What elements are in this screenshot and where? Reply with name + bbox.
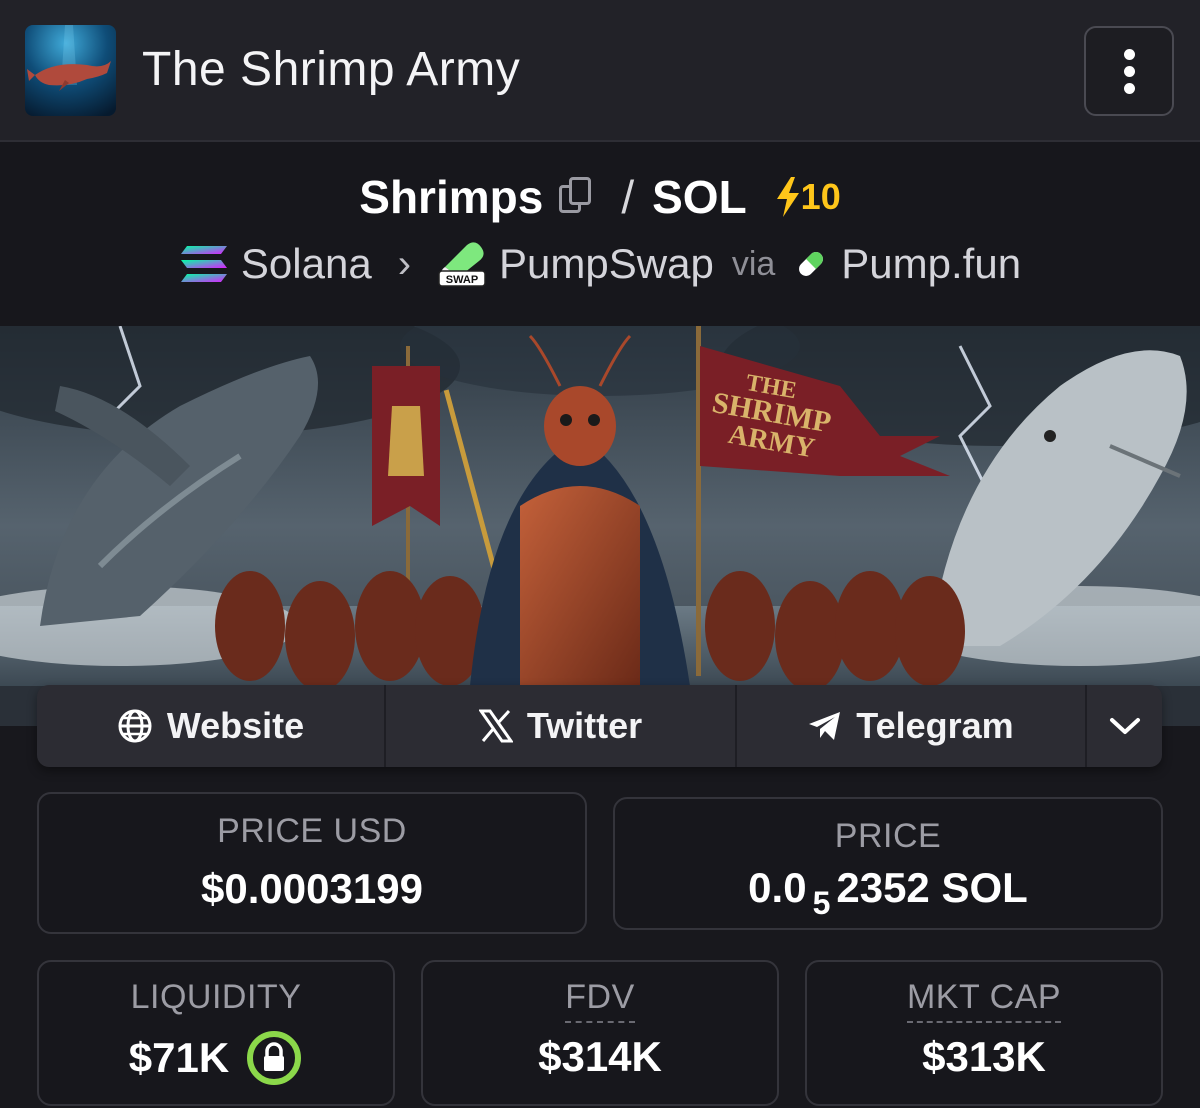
pair-separator: /: [621, 171, 635, 223]
launchpad-name[interactable]: Pump.fun: [841, 240, 1021, 288]
fdv-label[interactable]: FDV: [565, 978, 635, 1023]
telegram-icon: [809, 712, 841, 740]
social-links: Website Twitter Telegram: [37, 685, 1162, 767]
boost-badge[interactable]: 10: [775, 176, 841, 218]
via-label: via: [731, 244, 776, 283]
market-cap-card: MKT CAP $313K: [805, 960, 1163, 1106]
market-cap-value: $313K: [922, 1033, 1046, 1080]
twitter-button[interactable]: Twitter: [386, 685, 737, 767]
token-avatar[interactable]: [25, 25, 116, 116]
twitter-label: Twitter: [526, 705, 643, 746]
liquidity-value: $71K: [128, 1034, 230, 1081]
telegram-label: Telegram: [856, 705, 1014, 746]
app-title: The Shrimp Army: [142, 43, 521, 96]
more-links-button[interactable]: [1087, 685, 1162, 767]
kebab-menu-icon: [1123, 48, 1135, 94]
pumpswap-logo-icon: SWAP: [438, 242, 486, 287]
price-native-label: PRICE: [834, 817, 942, 855]
price-native-card: PRICE 0.0 5 2352 SOL: [613, 797, 1163, 930]
banner-image: THE SHRIMP ARMY: [0, 326, 1200, 726]
globe-icon: [118, 709, 152, 743]
pill-icon: [799, 252, 824, 276]
chain-breadcrumb: Solana › SWAP PumpSwap via Pump.fun: [0, 240, 1200, 288]
website-label: Website: [166, 705, 305, 746]
website-button[interactable]: Website: [37, 685, 386, 767]
dex-name[interactable]: PumpSwap: [499, 240, 714, 288]
price-usd-card: PRICE USD $0.0003199: [37, 792, 587, 934]
price-digits: 2352 SOL: [836, 864, 1028, 911]
pair-title: Shrimps / SOL 10: [0, 170, 1200, 224]
solana-logo-icon: [180, 246, 227, 282]
price-usd-label: PRICE USD: [217, 812, 407, 850]
lightning-icon: [776, 177, 799, 217]
copy-icon[interactable]: [559, 177, 593, 217]
price-prefix: 0.0: [748, 864, 807, 911]
base-token-symbol: Shrimps: [359, 171, 544, 223]
price-usd-value: $0.0003199: [201, 865, 423, 912]
fdv-value: $314K: [538, 1033, 662, 1080]
x-logo-icon: [478, 709, 513, 743]
price-zero-count: 5: [812, 885, 831, 921]
liquidity-card: LIQUIDITY $71K: [37, 960, 395, 1106]
liquidity-value-row: $71K: [39, 1029, 393, 1087]
top-bar: The Shrimp Army: [0, 0, 1200, 142]
quote-token-symbol: SOL: [652, 171, 747, 223]
chevron-down-icon: [1109, 718, 1140, 734]
pair-info: Shrimps / SOL 10 Solana › SWAP PumpSwap …: [0, 142, 1200, 326]
chain-name[interactable]: Solana: [241, 240, 372, 288]
telegram-button[interactable]: Telegram: [737, 685, 1087, 767]
svg-text:SWAP: SWAP: [446, 274, 478, 286]
lock-icon[interactable]: [245, 1029, 303, 1087]
market-cap-label[interactable]: MKT CAP: [906, 978, 1061, 1023]
liquidity-label: LIQUIDITY: [130, 978, 302, 1016]
chevron-right-icon: ›: [397, 241, 412, 286]
more-options-button[interactable]: [1084, 26, 1174, 116]
fdv-card: FDV $314K: [421, 960, 779, 1106]
boost-count: 10: [800, 176, 841, 217]
price-native-value: 0.0 5 2352 SOL: [615, 864, 1161, 922]
